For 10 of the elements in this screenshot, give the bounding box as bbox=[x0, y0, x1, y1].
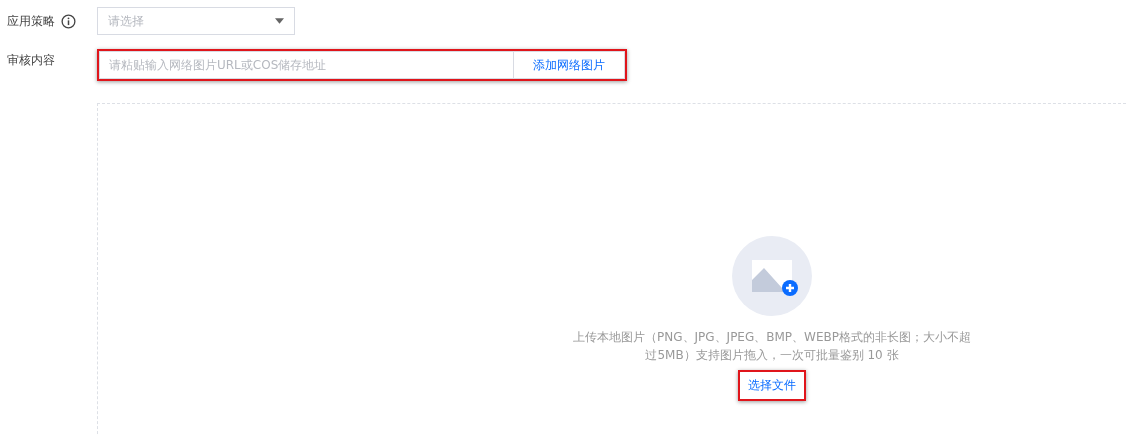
url-input-field[interactable]: 请粘贴输入网络图片URL或COS储存地址 bbox=[99, 51, 513, 79]
add-image-icon bbox=[732, 236, 812, 316]
upload-dropzone[interactable]: 上传本地图片（PNG、JPG、JPEG、BMP、WEBP格式的非长图；大小不超过5MB）支持图片拖入，一次可批量鉴别 10 张 选择文件 bbox=[97, 103, 1126, 435]
field-label: 应用策略 bbox=[7, 12, 55, 30]
field-label: 审核内容 bbox=[7, 51, 55, 69]
caret-icon bbox=[275, 18, 284, 24]
choose-file-button[interactable]: 选择文件 bbox=[738, 370, 806, 401]
info-icon[interactable] bbox=[61, 13, 76, 29]
add-image-button[interactable]: 添加网络图片 bbox=[513, 51, 625, 79]
upload-hint: 上传本地图片（PNG、JPG、JPEG、BMP、WEBP格式的非长图；大小不超过5MB）支持图片拖入，一次可批量鉴别 10 张 bbox=[572, 329, 972, 364]
